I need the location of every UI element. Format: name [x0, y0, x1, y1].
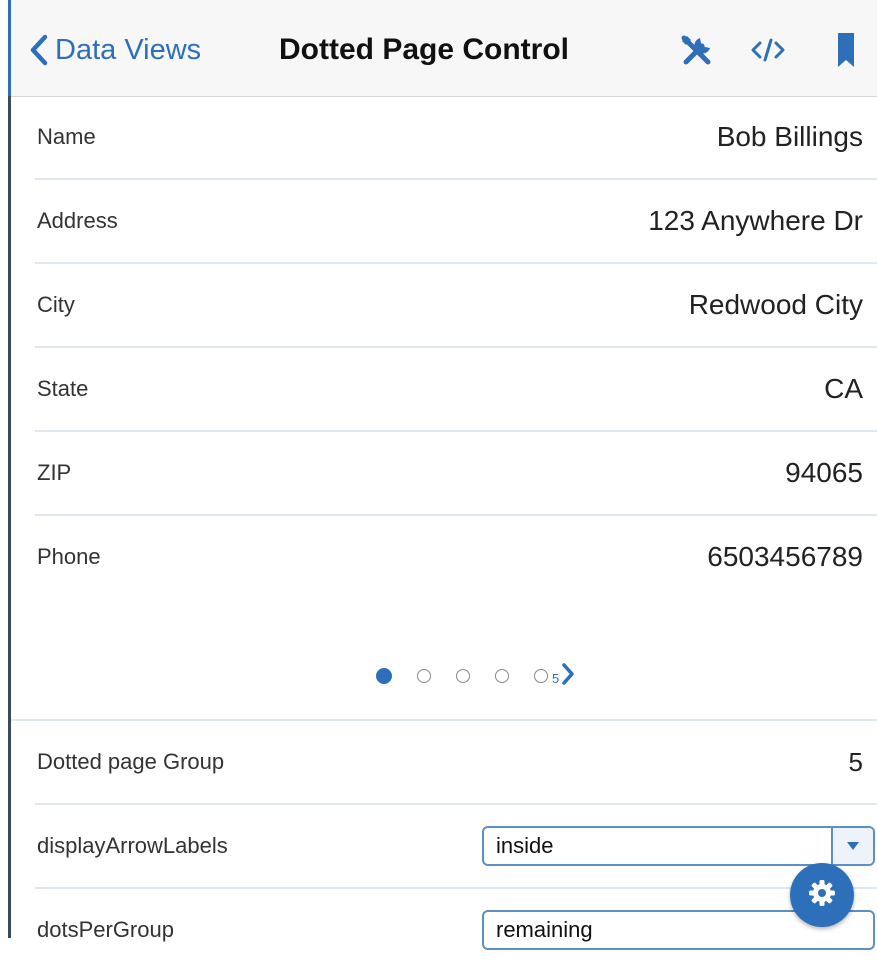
page-dot-5[interactable]	[534, 669, 548, 683]
field-value: Redwood City	[688, 289, 863, 320]
settings-fab-button[interactable]	[790, 863, 854, 927]
setting-value[interactable]: 5	[849, 721, 863, 803]
field-row-address: Address 123 Anywhere Dr	[35, 180, 877, 264]
setting-label: displayArrowLabels	[37, 833, 228, 858]
code-icon[interactable]	[750, 32, 786, 73]
setting-label: dotsPerGroup	[37, 917, 174, 942]
arrow-labels-select[interactable]: inside	[482, 826, 875, 866]
field-value: 123 Anywhere Dr	[648, 205, 863, 236]
field-label: Name	[37, 124, 96, 149]
page-dot-1[interactable]	[376, 668, 392, 684]
dropdown-arrow-icon[interactable]	[831, 828, 873, 864]
field-label: Phone	[37, 544, 101, 569]
bookmark-icon[interactable]	[837, 32, 857, 73]
field-row-state: State CA	[35, 348, 877, 432]
field-value: 6503456789	[707, 541, 863, 572]
field-value: CA	[824, 373, 863, 404]
wrench-screwdriver-icon[interactable]	[678, 32, 716, 75]
gear-icon	[808, 879, 836, 912]
field-label: Address	[37, 208, 118, 233]
back-button[interactable]: Data Views	[29, 30, 201, 70]
select-value: inside	[496, 833, 554, 858]
setting-label: Dotted page Group	[37, 749, 225, 774]
header-bar: Data Views Dotted Page Control	[11, 0, 877, 97]
back-button-label: Data Views	[55, 33, 202, 66]
page-dot-3[interactable]	[456, 669, 470, 683]
field-row-zip: ZIP 94065	[35, 432, 877, 516]
setting-row-dots-per-group: dotsPerGroup remaining	[35, 889, 877, 971]
page-dot-2[interactable]	[417, 669, 431, 683]
dotted-page-control: 5	[376, 662, 575, 690]
page-title: Dotted Page Control	[279, 33, 569, 66]
chevron-left-icon	[29, 34, 49, 66]
field-value: Bob Billings	[716, 121, 863, 152]
setting-row-arrow-labels: displayArrowLabels inside	[35, 805, 877, 889]
field-row-phone: Phone 6503456789	[35, 516, 877, 598]
chevron-right-icon[interactable]	[561, 662, 575, 691]
field-label: City	[37, 292, 75, 317]
field-label: State	[37, 376, 89, 401]
settings-panel: Dotted page Group 5 displayArrowLabels i…	[35, 721, 877, 971]
field-label: ZIP	[37, 460, 72, 485]
record-fields: Name Bob Billings Address 123 Anywhere D…	[35, 96, 877, 598]
field-value: 94065	[785, 457, 863, 488]
page-dot-4[interactable]	[495, 669, 509, 683]
app-container: Data Views Dotted Page Control Name Bob …	[11, 0, 877, 950]
field-row-city: City Redwood City	[35, 264, 877, 348]
setting-row-group: Dotted page Group 5	[35, 721, 877, 805]
field-row-name: Name Bob Billings	[35, 96, 877, 180]
page-group-count: 5	[552, 670, 560, 686]
